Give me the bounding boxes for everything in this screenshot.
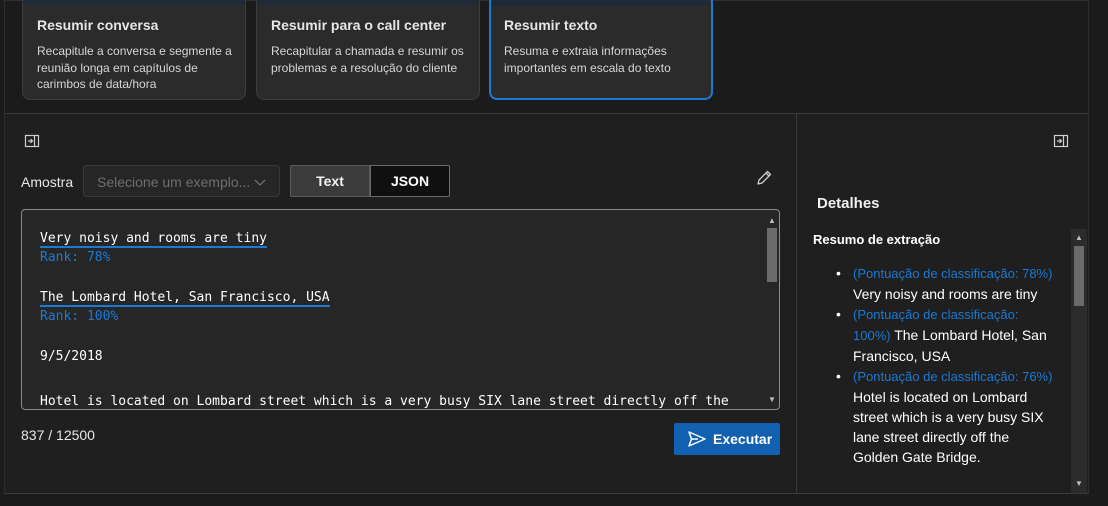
run-button[interactable]: Executar (674, 423, 780, 455)
scroll-down-icon[interactable]: ▼ (767, 395, 777, 405)
scroll-down-icon[interactable]: ▼ (1074, 479, 1084, 489)
scenario-card-description: Resuma e extraia informações importantes… (504, 44, 671, 75)
scenario-card-call-center[interactable]: Resumir para o call center Recapitular a… (256, 0, 480, 100)
scenario-card-summarize-conversation[interactable]: Resumir conversa Recapitule a conversa e… (22, 0, 246, 100)
summary-sentence: Very noisy and rooms are tiny (853, 286, 1038, 302)
editor-scrollbar[interactable]: ▲ ▼ (765, 212, 777, 407)
panel-divider (796, 114, 797, 494)
character-count: 837 / 12500 (21, 427, 95, 443)
scenario-card-title: Resumir texto (504, 17, 598, 33)
list-item: (Pontuação de classificação: 78%) Very n… (832, 263, 1054, 304)
scenario-card-description: Recapitule a conversa e segmente a reuni… (37, 44, 232, 91)
editor-line-sentence: Hotel is located on Lombard street which… (40, 394, 729, 409)
list-item: (Pontuação de classificação: 76%) Hotel … (832, 366, 1054, 467)
chevron-down-icon (253, 175, 267, 189)
sample-dropdown-placeholder: Selecione um exemplo... (97, 174, 251, 190)
ranking-score: (Pontuação de classificação: 76%) (853, 369, 1053, 384)
editor-line-sentence: The Lombard Hotel, San Francisco, USA (40, 290, 330, 307)
ranking-score: (Pontuação de classificação: 78%) (853, 266, 1053, 281)
panel-collapse-icon[interactable] (1053, 133, 1069, 149)
card-header-strip (24, 0, 244, 5)
scenario-card-title: Resumir para o call center (271, 17, 447, 33)
panel-collapse-icon[interactable] (24, 133, 40, 149)
sample-label: Amostra (21, 174, 74, 190)
scenario-card-description: Recapitular a chamada e resumir os probl… (271, 44, 464, 75)
scenario-card-summarize-text[interactable]: Resumir texto Resuma e extraia informaçõ… (489, 0, 713, 100)
run-button-label: Executar (713, 431, 773, 447)
send-icon (687, 430, 707, 448)
format-toggle-json[interactable]: JSON (370, 165, 450, 197)
scroll-up-icon[interactable]: ▲ (1074, 233, 1084, 243)
scenario-bar: Resumir conversa Recapitule a conversa e… (0, 0, 1108, 114)
list-item: (Pontuação de classificação: 100%) The L… (832, 304, 1054, 366)
details-subtitle: Resumo de extração (813, 232, 941, 247)
scrollbar-thumb[interactable] (1074, 246, 1084, 306)
editor-line-rank: Rank: 78% (40, 250, 111, 265)
editor-line-sentence: Very noisy and rooms are tiny (40, 231, 267, 248)
card-header-strip (492, 0, 710, 6)
frame-border-right (1088, 0, 1089, 494)
details-scrollbar[interactable]: ▲ ▼ (1071, 229, 1087, 493)
details-title: Detalhes (817, 195, 880, 212)
sample-dropdown[interactable]: Selecione um exemplo... (83, 165, 280, 197)
text-input-editor[interactable]: Very noisy and rooms are tiny Rank: 78% … (21, 209, 780, 410)
scroll-up-icon[interactable]: ▲ (767, 216, 777, 226)
editor-line-rank: Rank: 100% (40, 309, 119, 324)
pencil-icon[interactable] (755, 169, 773, 187)
frame-border-bottom (4, 493, 1089, 494)
format-toggle-text[interactable]: Text (290, 165, 370, 197)
summary-sentence: Hotel is located on Lombard street which… (853, 389, 1044, 465)
editor-line-text: 9/5/2018 (40, 349, 103, 364)
card-header-strip (258, 0, 478, 5)
scenario-card-title: Resumir conversa (37, 17, 159, 33)
scrollbar-thumb[interactable] (767, 228, 777, 282)
extraction-summary-list: (Pontuação de classificação: 78%) Very n… (832, 263, 1054, 467)
